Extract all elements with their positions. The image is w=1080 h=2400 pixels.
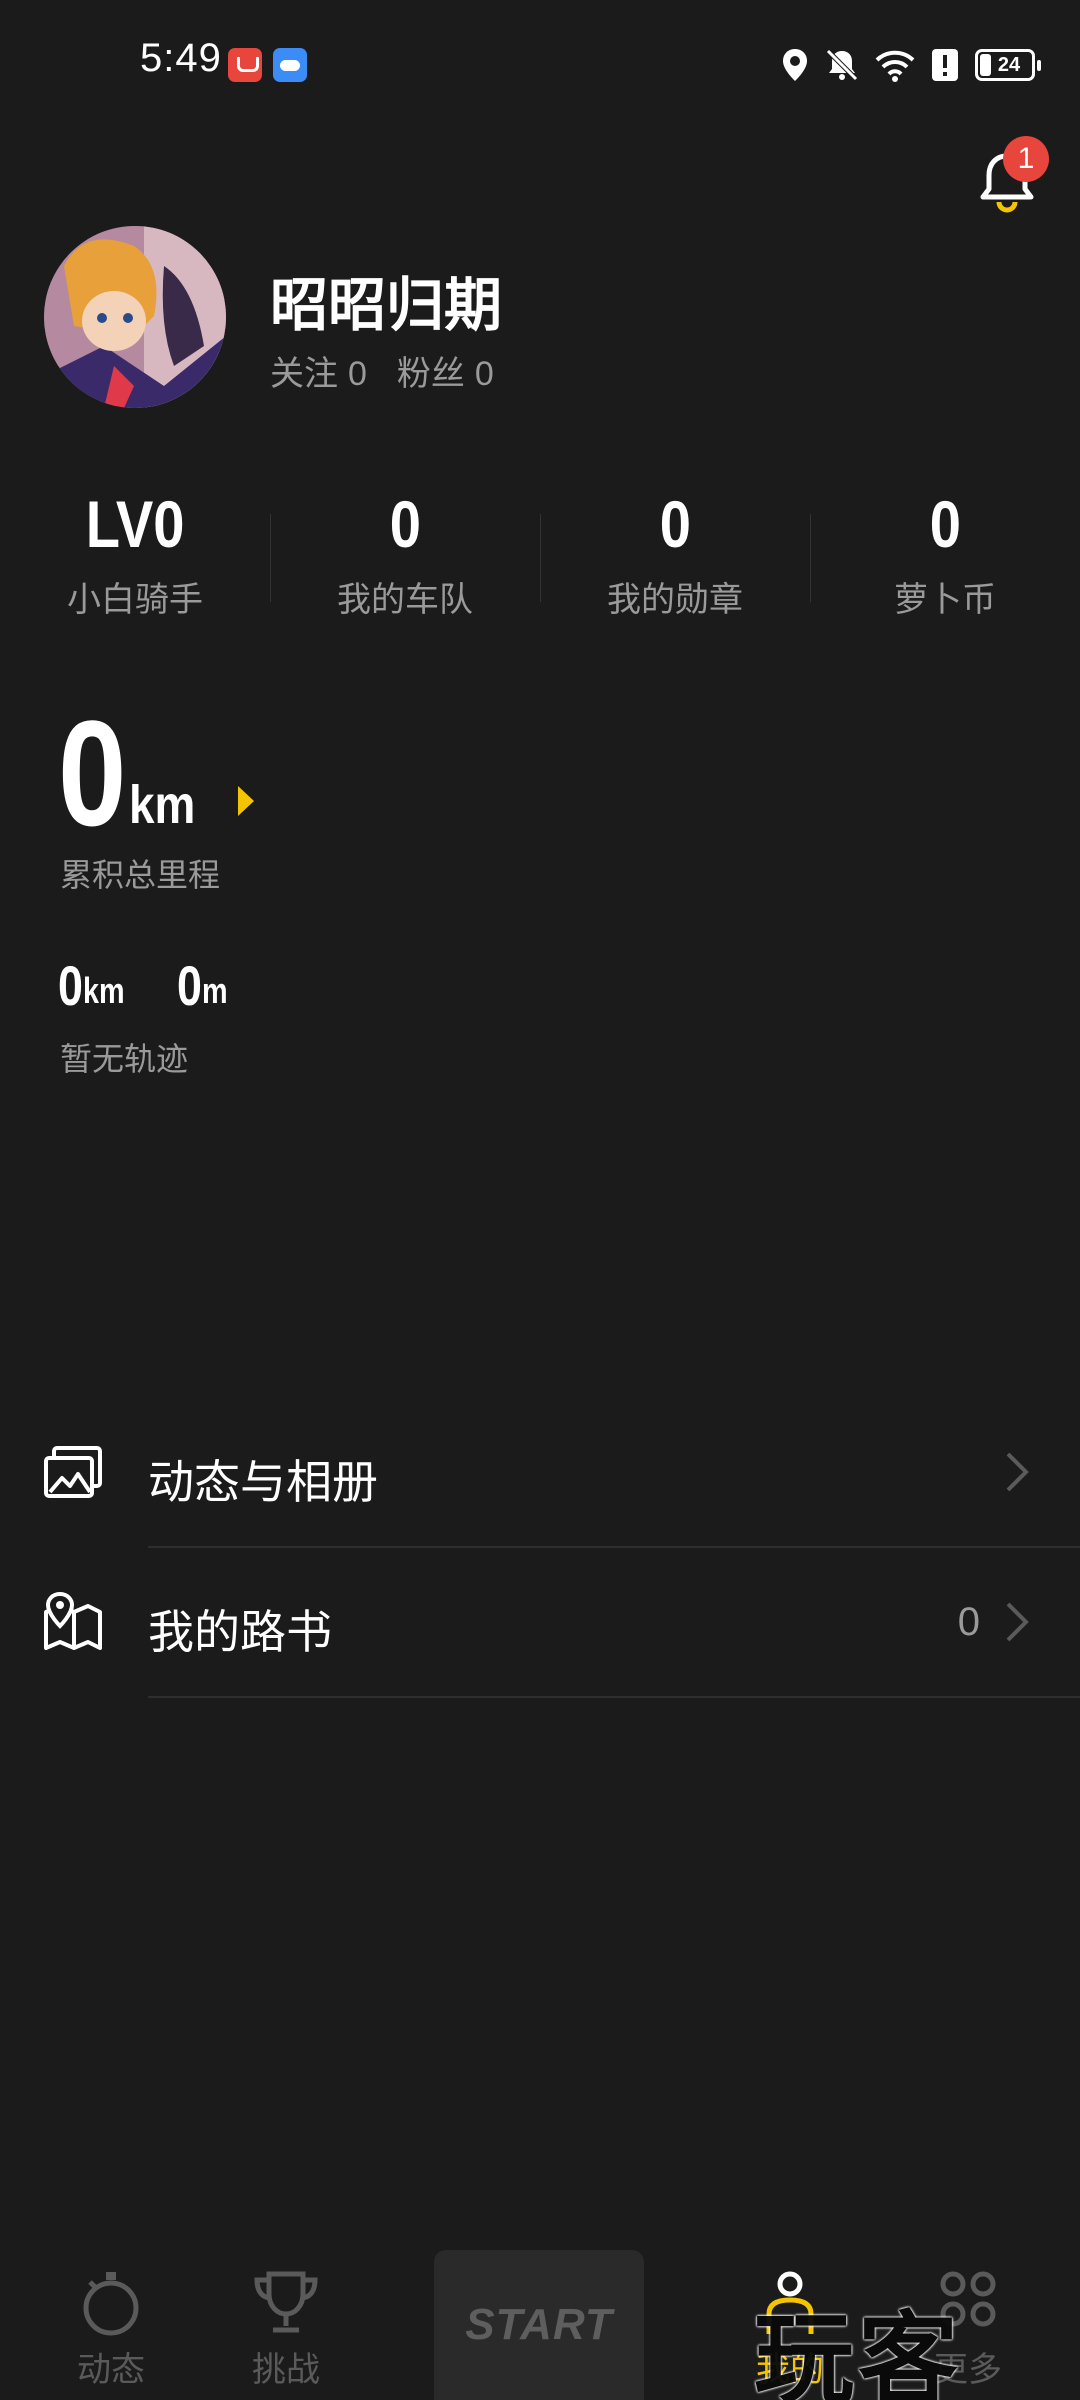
total-mileage-label: 累积总里程 xyxy=(60,857,221,893)
track-distance-value: 0 xyxy=(58,954,83,1017)
menu-item-moments-album[interactable]: 动态与相册 xyxy=(0,1398,1080,1548)
follow-stats: 关注 0 粉丝 0 xyxy=(270,346,494,395)
chevron-right-icon xyxy=(1006,1602,1029,1642)
alert-icon xyxy=(932,49,958,81)
status-bar: 5:49 24 xyxy=(0,0,1080,130)
notification-badge: 1 xyxy=(1003,136,1049,182)
fans-link[interactable]: 粉丝 0 xyxy=(397,346,494,395)
battery-icon: 24 xyxy=(975,49,1041,81)
track-elevation: 0 m xyxy=(177,958,234,1014)
cloud-app-icon xyxy=(273,48,307,82)
track-distance-unit: km xyxy=(83,970,125,1011)
stat-level[interactable]: LV0 小白骑手 xyxy=(0,486,270,626)
username: 昭昭归期 xyxy=(270,273,503,338)
avatar[interactable] xyxy=(44,226,226,408)
stat-medals[interactable]: 0 我的勋章 xyxy=(540,486,810,626)
route-book-count: 0 xyxy=(957,1600,980,1644)
nav-label: 动态 xyxy=(77,2351,145,2389)
battery-level: 24 xyxy=(997,53,1021,76)
fans-label: 粉丝 xyxy=(396,355,465,393)
divider xyxy=(148,1696,1080,1698)
start-button[interactable]: START xyxy=(434,2250,644,2400)
stat-value: 0 xyxy=(389,487,421,561)
following-link[interactable]: 关注 0 xyxy=(270,346,367,395)
status-icons: 24 xyxy=(781,44,1041,86)
track-distance: 0 km xyxy=(58,958,135,1014)
chevron-right-icon xyxy=(1006,1452,1029,1492)
fans-count: 0 xyxy=(474,355,494,393)
stat-value: 0 xyxy=(929,487,961,561)
tab-challenge[interactable]: 挑战 xyxy=(211,2268,361,2391)
photo-album-icon xyxy=(44,1446,102,1498)
wifi-icon xyxy=(875,50,915,82)
location-icon xyxy=(783,49,807,81)
play-arrow-icon[interactable] xyxy=(238,786,254,816)
stat-label: 小白骑手 xyxy=(67,581,203,619)
menu-label: 我的路书 xyxy=(148,1606,332,1658)
track-elevation-unit: m xyxy=(202,970,228,1011)
stat-value: 0 xyxy=(659,487,691,561)
following-label: 关注 xyxy=(270,355,338,393)
map-route-icon xyxy=(44,1592,102,1650)
track-elevation-value: 0 xyxy=(177,954,203,1017)
stat-coins[interactable]: 0 萝卜币 xyxy=(810,486,1080,626)
following-count: 0 xyxy=(348,355,367,393)
total-mileage[interactable]: 0 km xyxy=(58,698,207,848)
stat-label: 我的勋章 xyxy=(607,581,743,619)
stat-team[interactable]: 0 我的车队 xyxy=(270,486,540,626)
stopwatch-icon xyxy=(83,2272,139,2336)
trophy-icon xyxy=(254,2271,318,2333)
menu-label: 动态与相册 xyxy=(148,1456,378,1508)
total-mileage-unit: km xyxy=(129,775,196,835)
huawei-store-icon xyxy=(228,48,262,82)
bell-off-icon xyxy=(826,49,858,81)
menu-item-route-book[interactable]: 我的路书 0 xyxy=(0,1548,1080,1698)
stat-value: LV0 xyxy=(85,487,185,561)
track-stats: 0 km 0 m xyxy=(58,958,234,1014)
track-empty-label: 暂无轨迹 xyxy=(60,1041,189,1077)
stats-row: LV0 小白骑手 0 我的车队 0 我的勋章 0 萝卜币 xyxy=(0,486,1080,626)
status-time: 5:49 xyxy=(140,36,222,80)
start-label: START xyxy=(465,2300,613,2349)
nav-label: 挑战 xyxy=(252,2351,320,2389)
stat-label: 萝卜币 xyxy=(894,581,996,619)
total-mileage-value: 0 xyxy=(58,689,127,857)
watermark: 玩客 xyxy=(754,2304,962,2400)
tab-moments[interactable]: 动态 xyxy=(36,2268,186,2391)
avatar-image xyxy=(44,226,226,408)
stat-label: 我的车队 xyxy=(337,581,473,619)
